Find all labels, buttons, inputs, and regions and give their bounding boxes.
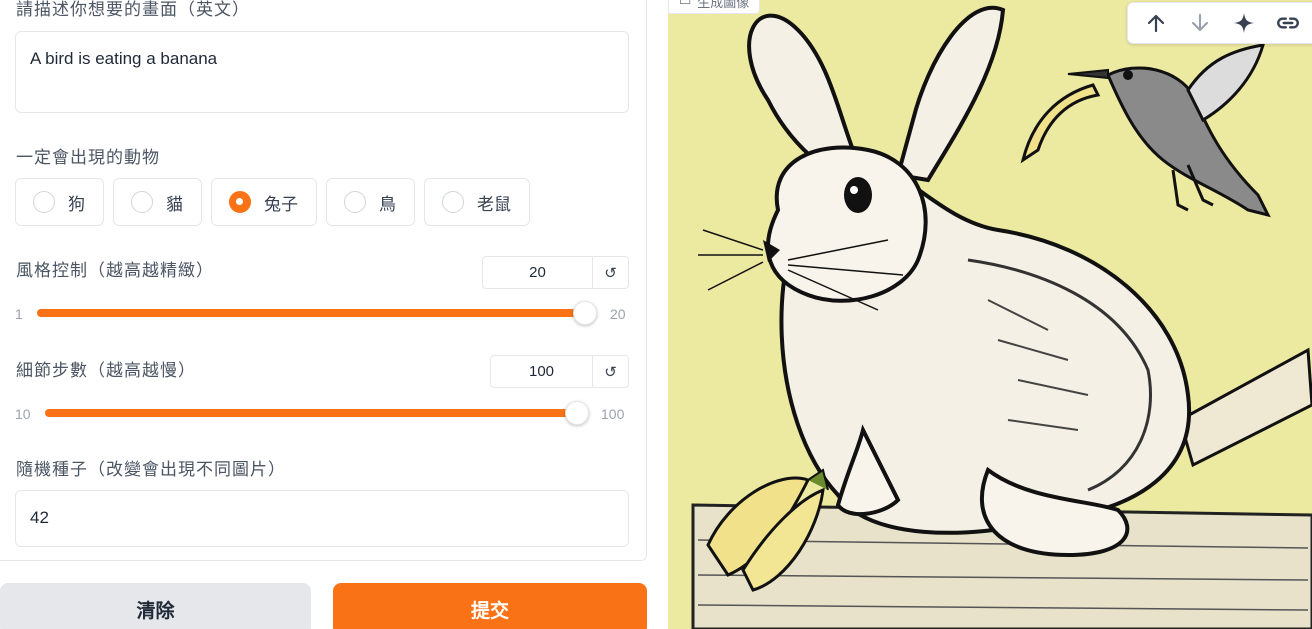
radio-label: 兔子 bbox=[264, 194, 298, 215]
steps-max: 100 bbox=[601, 406, 625, 422]
radio-circle bbox=[131, 191, 153, 213]
radio-rabbit[interactable]: 兔子 bbox=[211, 178, 317, 226]
radio-bird[interactable]: 鳥 bbox=[326, 178, 415, 226]
style-label: 風格控制（越高越精緻） bbox=[16, 261, 214, 281]
seed-input[interactable]: 42 bbox=[15, 490, 629, 547]
clear-button[interactable]: 清除 bbox=[0, 583, 311, 629]
radio-label: 狗 bbox=[68, 194, 85, 215]
style-value[interactable]: 20 bbox=[483, 257, 592, 288]
radio-circle bbox=[442, 191, 464, 213]
steps-value[interactable]: 100 bbox=[491, 356, 592, 387]
radio-dog[interactable]: 狗 bbox=[15, 178, 104, 226]
seed-label: 隨機種子（改變會出現不同圖片） bbox=[16, 460, 286, 480]
radio-circle-checked bbox=[229, 191, 251, 213]
style-max: 20 bbox=[610, 306, 626, 322]
output-image bbox=[668, 0, 1312, 629]
radio-cat[interactable]: 貓 bbox=[113, 178, 202, 226]
steps-min: 10 bbox=[15, 406, 31, 422]
steps-label: 細節步數（越高越慢） bbox=[16, 361, 196, 381]
reset-icon[interactable]: ↺ bbox=[592, 257, 628, 288]
radio-circle bbox=[33, 191, 55, 213]
style-slider-thumb[interactable] bbox=[573, 301, 597, 325]
prompt-label: 請描述你想要的畫面（英文） bbox=[16, 0, 250, 20]
radio-mouse[interactable]: 老鼠 bbox=[424, 178, 530, 226]
image-icon: ▭ bbox=[679, 0, 692, 9]
animal-label: 一定會出現的動物 bbox=[16, 148, 160, 168]
style-number-input[interactable]: 20 ↺ bbox=[482, 256, 629, 289]
steps-number-input[interactable]: 100 ↺ bbox=[490, 355, 629, 388]
style-min: 1 bbox=[15, 306, 23, 322]
arrow-down-icon[interactable] bbox=[1185, 8, 1215, 38]
animal-radio-group: 狗 貓 兔子 鳥 老鼠 bbox=[15, 178, 530, 226]
radio-label: 鳥 bbox=[379, 194, 396, 215]
radio-label: 老鼠 bbox=[477, 194, 511, 215]
steps-slider-track[interactable] bbox=[45, 409, 589, 417]
generated-image-rabbit-bird-banana bbox=[668, 0, 1312, 629]
radio-circle bbox=[344, 191, 366, 213]
link-icon[interactable] bbox=[1273, 8, 1303, 38]
image-toolbar bbox=[1127, 2, 1312, 44]
image-label-text: 生成圖像 bbox=[697, 0, 750, 11]
reset-icon[interactable]: ↺ bbox=[592, 356, 628, 387]
image-label: ▭ 生成圖像 bbox=[668, 0, 761, 14]
sparkle-icon[interactable] bbox=[1229, 8, 1259, 38]
arrow-up-icon[interactable] bbox=[1141, 8, 1171, 38]
prompt-textarea[interactable]: A bird is eating a banana bbox=[15, 31, 629, 113]
radio-label: 貓 bbox=[166, 194, 183, 215]
style-slider-track[interactable] bbox=[37, 309, 589, 317]
submit-button[interactable]: 提交 bbox=[333, 583, 647, 629]
steps-slider-thumb[interactable] bbox=[565, 401, 589, 425]
